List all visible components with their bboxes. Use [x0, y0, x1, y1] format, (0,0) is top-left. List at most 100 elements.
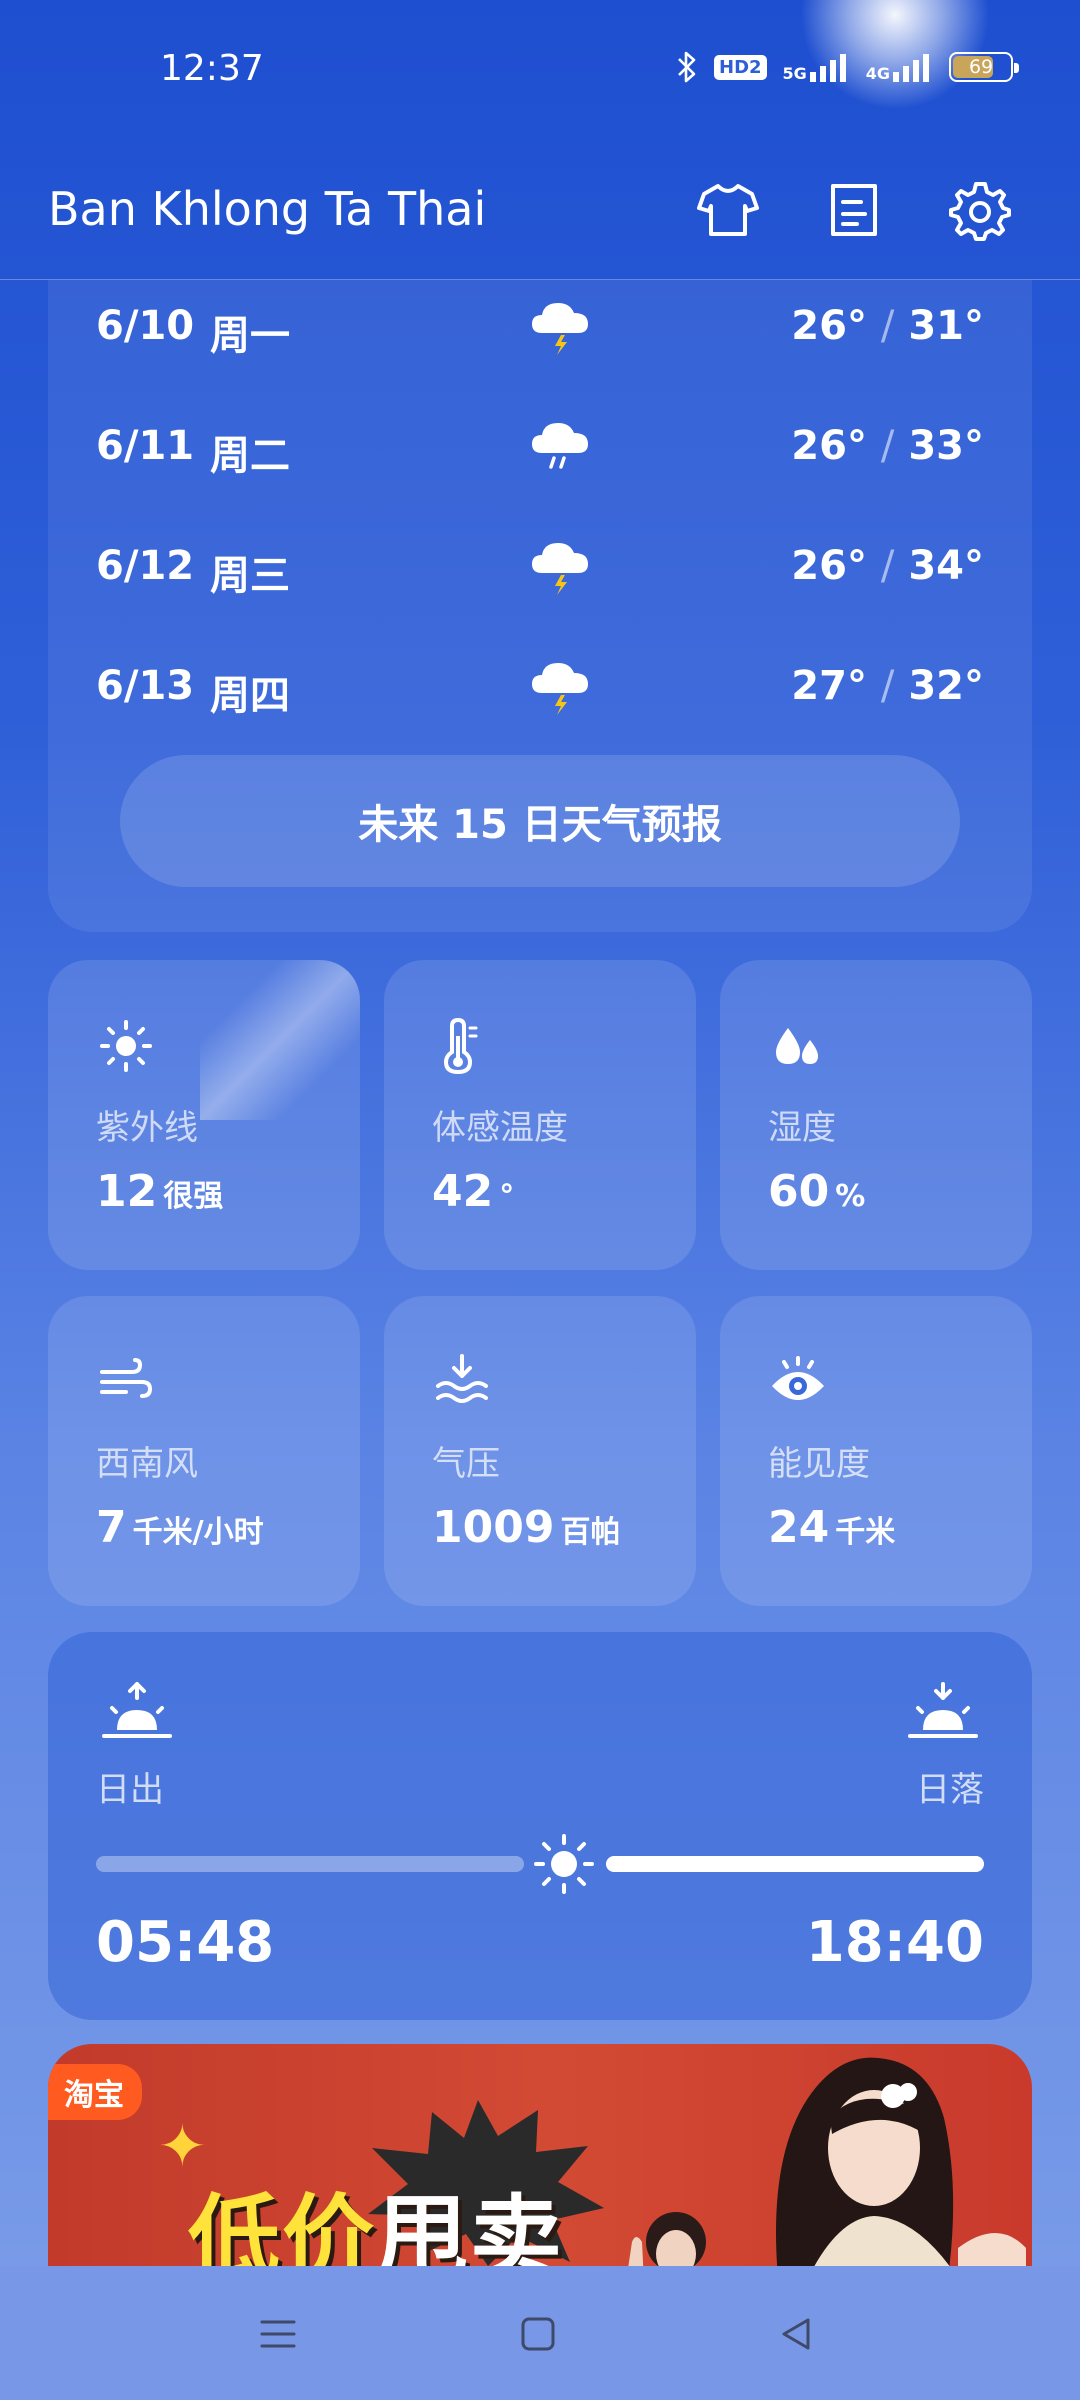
- signal-5g: 5G: [783, 52, 850, 82]
- temp-low: 27°: [791, 663, 867, 709]
- feels-like-label: 体感温度: [432, 1108, 568, 1148]
- forecast-date: 6/11: [96, 423, 195, 469]
- status-time: 12:37: [160, 48, 264, 89]
- uv-unit: 很强: [163, 1179, 224, 1214]
- status-bar: 12:37 HD2 5G 4G 69: [0, 0, 1080, 140]
- temp-separator: /: [880, 303, 895, 349]
- forecast-row[interactable]: 6/11 周二 26° / 33°: [48, 405, 1032, 485]
- forecast-row[interactable]: 6/10 周一 26° / 31°: [48, 285, 1032, 365]
- signal-bars-icon: [809, 54, 846, 82]
- sun-icon: [100, 1020, 152, 1072]
- battery-level: 69: [968, 56, 994, 78]
- shirt-icon: [697, 184, 759, 236]
- pressure-value: 1009 百帕: [432, 1502, 621, 1553]
- forecast-15day-button[interactable]: 未来 15 日天气预报: [120, 755, 960, 887]
- temp-separator: /: [880, 663, 895, 709]
- forecast-row[interactable]: 6/13 周四 27° / 32°: [48, 645, 1032, 725]
- back-triangle-icon: [782, 2318, 810, 2350]
- sunrise-icon: [102, 1682, 172, 1738]
- temp-high: 32°: [908, 663, 984, 709]
- daylight-remaining-bar: [606, 1856, 984, 1872]
- humidity-tile[interactable]: 湿度 60%: [720, 960, 1032, 1270]
- forecast-weekday: 周二: [210, 433, 290, 479]
- signal-bars-icon: [893, 54, 930, 82]
- sunset-icon: [908, 1682, 978, 1738]
- forecast-temp: 26° / 31°: [791, 303, 984, 349]
- feels-like-tile[interactable]: 体感温度 42 °: [384, 960, 696, 1270]
- back-button[interactable]: [764, 2302, 828, 2366]
- humidity-unit: %: [835, 1179, 866, 1214]
- sunrise-time: 05:48: [96, 1910, 275, 1975]
- humidity-label: 湿度: [768, 1108, 836, 1148]
- pressure-tile[interactable]: 气压 1009 百帕: [384, 1296, 696, 1606]
- forecast-card: 6/10 周一 26° / 31° 6/11 周二 26° / 33° 6/12…: [48, 280, 1032, 932]
- temp-high: 34°: [908, 543, 984, 589]
- menu-icon: [260, 2320, 296, 2348]
- news-button[interactable]: [818, 174, 890, 246]
- uv-value: 12 很强: [96, 1166, 224, 1217]
- temp-separator: /: [880, 423, 895, 469]
- wind-value: 7 千米/小时: [96, 1502, 264, 1553]
- uv-label: 紫外线: [96, 1108, 198, 1148]
- forecast-temp: 27° / 32°: [791, 663, 984, 709]
- temp-low: 26°: [791, 303, 867, 349]
- sunset-label: 日落: [916, 1770, 984, 1810]
- home-square-icon: [521, 2317, 555, 2351]
- city-name: Ban Khlong Ta Thai: [48, 182, 487, 236]
- sunrise-sunset-card: 日出 日落 05:48 18:40: [48, 1632, 1032, 2020]
- visibility-label: 能见度: [768, 1444, 870, 1484]
- pressure-unit: 百帕: [560, 1515, 621, 1550]
- ad-source-tag: 淘宝: [48, 2064, 142, 2120]
- temp-low: 26°: [791, 543, 867, 589]
- rain-icon: [532, 423, 588, 469]
- app-header: Ban Khlong Ta Thai: [0, 140, 1080, 280]
- forecast-weekday: 周一: [210, 313, 290, 359]
- settings-button[interactable]: [944, 174, 1016, 246]
- hd-badge: HD2: [714, 54, 767, 80]
- gear-icon: [949, 182, 1011, 241]
- eye-icon: [772, 1356, 824, 1400]
- forecast-date: 6/12: [96, 543, 195, 589]
- forecast-temp: 26° / 33°: [791, 423, 984, 469]
- theme-button[interactable]: [692, 174, 764, 246]
- ad-title: 低价甩卖: [188, 2185, 565, 2266]
- ad-banner[interactable]: 淘宝 ✦ 低价甩卖: [48, 2044, 1032, 2266]
- visibility-tile[interactable]: 能见度 24 千米: [720, 1296, 1032, 1606]
- visibility-unit: 千米: [835, 1515, 896, 1550]
- temp-high: 31°: [908, 303, 984, 349]
- forecast-temp: 26° / 34°: [791, 543, 984, 589]
- uv-tile[interactable]: 紫外线 12 很强: [48, 960, 360, 1270]
- feels-like-unit: °: [499, 1179, 515, 1214]
- thermometer-icon: [443, 1017, 478, 1075]
- thunderstorm-icon: [532, 543, 588, 595]
- sunrise-label: 日出: [96, 1770, 164, 1810]
- sunset-time: 18:40: [805, 1910, 984, 1975]
- temp-low: 26°: [791, 423, 867, 469]
- feels-like-value: 42 °: [432, 1166, 515, 1217]
- bluetooth-icon: [678, 51, 696, 83]
- droplets-icon: [776, 1028, 818, 1064]
- temp-high: 33°: [908, 423, 984, 469]
- net-5g-label: 5G: [782, 64, 807, 83]
- home-button[interactable]: [506, 2302, 570, 2366]
- humidity-value: 60%: [768, 1166, 866, 1217]
- sun-position-icon: [534, 1834, 594, 1894]
- wind-tile[interactable]: 西南风 7 千米/小时: [48, 1296, 360, 1606]
- net-4g-label: 4G: [865, 64, 891, 83]
- wind-label: 西南风: [96, 1444, 198, 1484]
- menu-button[interactable]: [246, 2302, 310, 2366]
- document-icon: [831, 184, 877, 236]
- battery-icon: 69: [949, 52, 1020, 82]
- forecast-weekday: 周四: [210, 673, 290, 719]
- forecast-weekday: 周三: [210, 553, 290, 599]
- signal-4g: 4G: [866, 52, 933, 82]
- pressure-label: 气压: [432, 1444, 500, 1484]
- temp-separator: /: [880, 543, 895, 589]
- status-icons: HD2 5G 4G 69: [676, 50, 1020, 84]
- forecast-row[interactable]: 6/12 周三 26° / 34°: [48, 525, 1032, 605]
- forecast-date: 6/13: [96, 663, 195, 709]
- wind-icon: [100, 1358, 153, 1398]
- wind-unit: 千米/小时: [132, 1515, 264, 1550]
- navigation-bar: [0, 2266, 1080, 2400]
- pressure-icon: [436, 1354, 488, 1403]
